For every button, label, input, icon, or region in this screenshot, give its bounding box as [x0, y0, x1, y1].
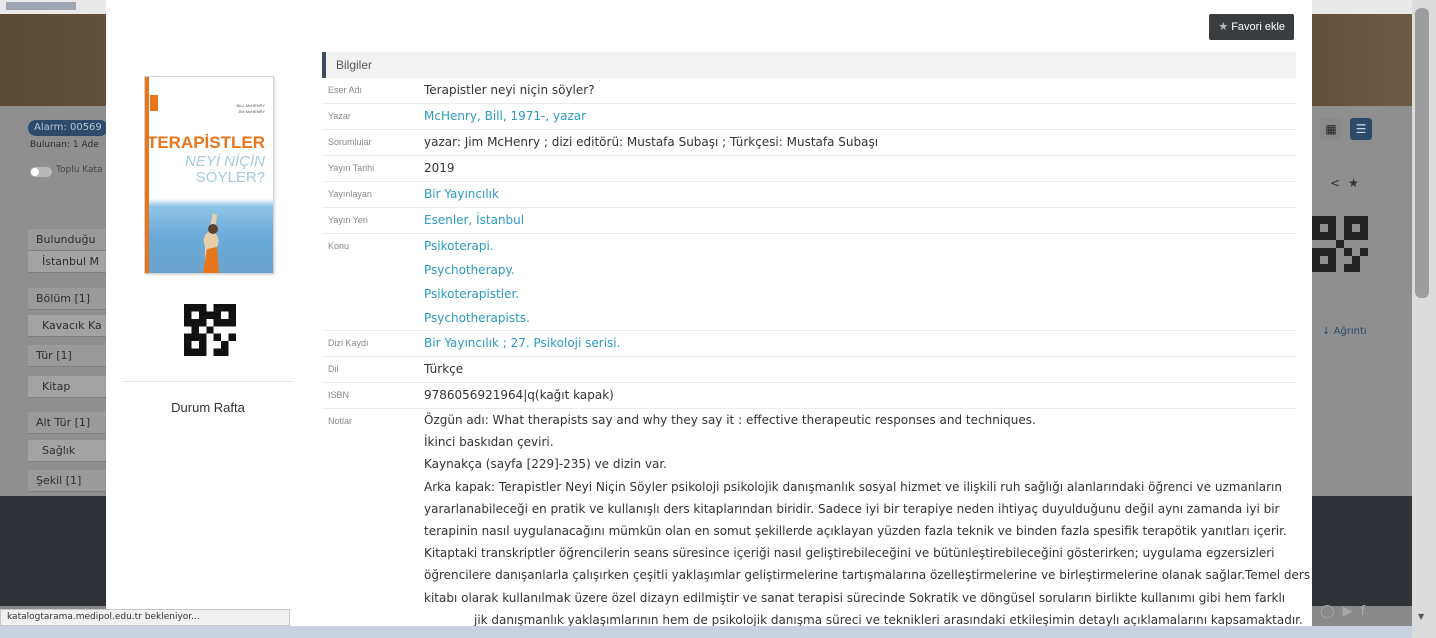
- subject-link[interactable]: Psikoterapistler.: [424, 287, 519, 301]
- result-count: Bulunan: 1 Ade: [30, 140, 99, 150]
- field-label: Notlar: [328, 416, 353, 426]
- field-row-yayinlayan: Yayınlayan Bir Yayıncılık: [322, 182, 1296, 208]
- favorite-button[interactable]: ★ Favori ekle: [1209, 14, 1294, 40]
- download-link[interactable]: ↓ Ağrıntı: [1322, 326, 1367, 337]
- field-label: Eser Adı: [328, 85, 363, 95]
- field-label: Yayın Tarihi: [328, 163, 375, 173]
- instagram-icon[interactable]: ◯: [1320, 604, 1343, 619]
- field-row-dil: Dil Türkçe: [322, 357, 1296, 383]
- share-icon[interactable]: <: [1330, 176, 1348, 190]
- facet-item[interactable]: Sağlık: [28, 440, 108, 462]
- field-row-yayin-tarihi: Yayın Tarihi 2019: [322, 156, 1296, 182]
- isbn-value: 9786056921964|q(kağıt kapak): [424, 388, 614, 402]
- cover-illustration: [203, 213, 219, 273]
- facet-heading[interactable]: Şekil [1]: [28, 470, 108, 492]
- publisher-link[interactable]: Bir Yayıncılık: [424, 187, 499, 201]
- facet-item[interactable]: İstanbul M: [28, 251, 108, 273]
- facet-heading[interactable]: Tür [1]: [28, 345, 108, 367]
- record-actions: <★: [1330, 176, 1367, 190]
- field-row-yazar: Yazar McHenry, Bill, 1971-, yazar: [322, 104, 1296, 130]
- author-link[interactable]: McHenry, Bill, 1971-, yazar: [424, 109, 586, 123]
- browser-status-bar: katalogtarama.medipol.edu.tr bekleniyor.…: [0, 609, 290, 626]
- field-row-notlar: Notlar Özgün adı: What therapists say an…: [322, 409, 1310, 626]
- scrollbar-thumb[interactable]: [1415, 8, 1429, 298]
- subject-link[interactable]: Psikoterapi.: [424, 239, 494, 253]
- field-row-konu: Konu Psikoterapi. Psychotherapy. Psikote…: [322, 234, 1296, 331]
- section-title: Bilgiler: [322, 52, 1296, 78]
- responsibility-value: yazar: Jim McHenry ; dizi editörü: Musta…: [424, 135, 879, 149]
- field-row-dizi-kaydi: Dizi Kaydı Bir Yayıncılık ; 27. Psikoloj…: [322, 331, 1296, 357]
- star-icon: ★: [1218, 21, 1229, 33]
- record-info-panel: Bilgiler Eser Adı Terapistler neyi niçin…: [322, 52, 1310, 626]
- bulk-toggle-label: Toplu Kata: [56, 165, 103, 175]
- field-row-eser-adi: Eser Adı Terapistler neyi niçin söyler?: [322, 78, 1296, 104]
- social-links: ◯▶f: [1320, 604, 1373, 619]
- title-value: Terapistler neyi niçin söyler?: [424, 83, 595, 97]
- facet-heading[interactable]: Bulunduğu: [28, 229, 108, 251]
- notes-value: Özgün adı: What therapists say and why t…: [424, 413, 1311, 626]
- facet-item[interactable]: Kavacık Ka: [28, 315, 108, 337]
- series-link[interactable]: Bir Yayıncılık ; 27. Psikoloji serisi.: [424, 336, 620, 350]
- bulk-toggle[interactable]: [30, 167, 52, 177]
- field-label: Yayınlayan: [328, 189, 372, 199]
- list-view-icon[interactable]: ☰: [1350, 118, 1372, 140]
- field-label: Dil: [328, 364, 339, 374]
- place-link[interactable]: Esenler, İstanbul: [424, 213, 524, 227]
- facebook-icon[interactable]: f: [1361, 604, 1374, 619]
- language-value: Türkçe: [424, 362, 464, 376]
- book-cover-image: BILL McHENRY JIM McHENRY TERAPİSTLER NEYİ…: [144, 76, 274, 274]
- subject-link[interactable]: Psychotherapy.: [424, 263, 515, 277]
- publication-date-value: 2019: [424, 161, 455, 175]
- qr-code-icon: [1312, 216, 1368, 272]
- field-row-isbn: ISBN 9786056921964|q(kağıt kapak): [322, 383, 1296, 409]
- field-label: Sorumlular: [328, 137, 372, 147]
- field-row-sorumlular: Sorumlular yazar: Jim McHenry ; dizi edi…: [322, 130, 1296, 156]
- search-badge: Alarm: 00569: [28, 120, 108, 136]
- subject-link[interactable]: Psychotherapists.: [424, 311, 530, 325]
- grid-view-icon[interactable]: ▦: [1320, 118, 1342, 140]
- record-detail-modal: ★ Favori ekle BILL McHENRY JIM McHENRY TER…: [106, 0, 1312, 626]
- availability-status: Durum Rafta: [171, 400, 245, 415]
- field-label: Yayın Yeri: [328, 215, 368, 225]
- facet-heading[interactable]: Alt Tür [1]: [28, 412, 108, 434]
- facet-heading[interactable]: Bölüm [1]: [28, 288, 108, 310]
- field-label: Konu: [328, 241, 350, 251]
- youtube-icon[interactable]: ▶: [1343, 604, 1361, 619]
- view-toggle: ▦ ☰: [1320, 118, 1372, 140]
- field-label: Yazar: [328, 111, 351, 121]
- scroll-down-arrow[interactable]: ▼: [1418, 612, 1424, 621]
- site-logo[interactable]: [6, 2, 76, 10]
- os-taskbar: [0, 626, 1412, 638]
- star-icon[interactable]: ★: [1348, 176, 1367, 190]
- facet-item[interactable]: Kitap: [28, 376, 108, 398]
- field-label: ISBN: [328, 390, 350, 400]
- field-row-yayin-yeri: Yayın Yeri Esenler, İstanbul: [322, 208, 1296, 234]
- qr-code-icon: [184, 304, 236, 356]
- field-label: Dizi Kaydı: [328, 338, 369, 348]
